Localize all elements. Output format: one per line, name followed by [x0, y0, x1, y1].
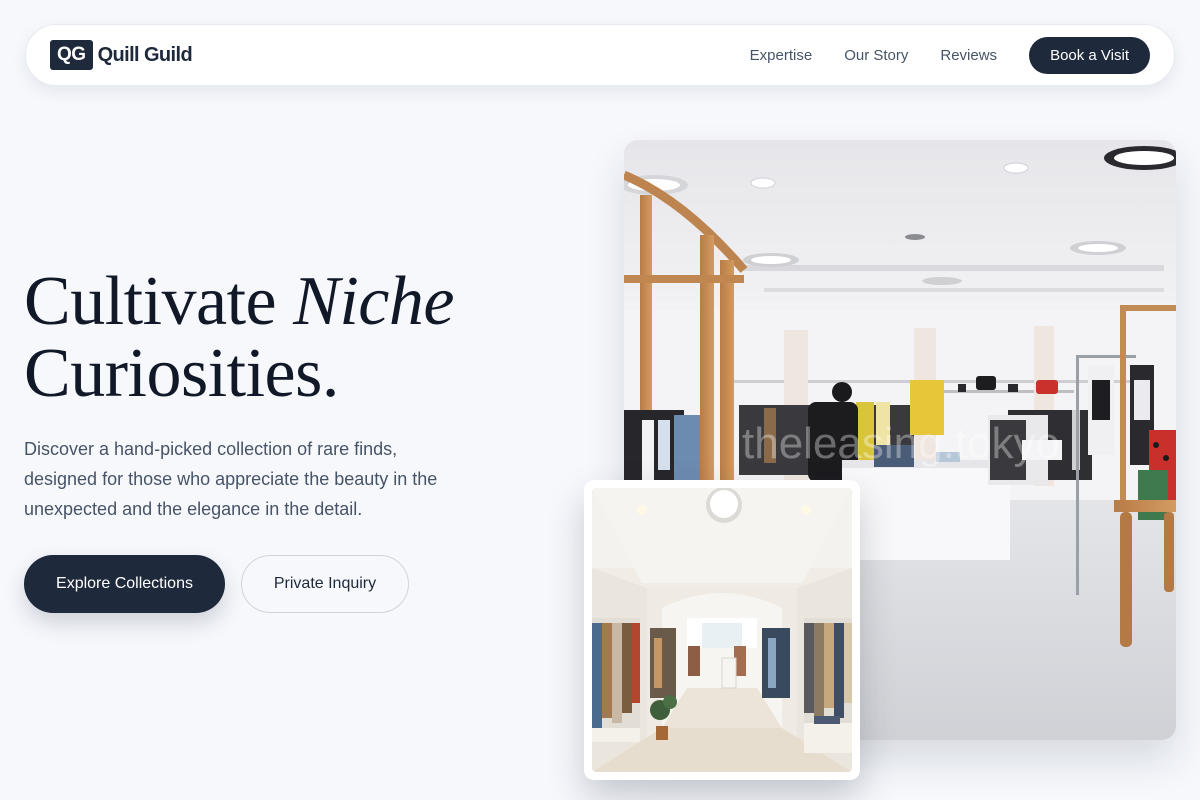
hero-title-part1: Cultivate: [24, 263, 294, 340]
inset-photo-frame: [584, 480, 860, 780]
shop-corridor-image: [592, 488, 852, 772]
private-inquiry-button[interactable]: Private Inquiry: [241, 555, 409, 613]
nav-link-our-story[interactable]: Our Story: [844, 47, 908, 64]
hero-title: Cultivate Niche Curiosities.: [24, 266, 454, 410]
brand-name: Quill Guild: [97, 43, 193, 66]
explore-collections-button[interactable]: Explore Collections: [24, 555, 225, 613]
svg-text:theleasing.tokyo: theleasing.tokyo: [742, 419, 1060, 468]
nav-link-reviews[interactable]: Reviews: [940, 47, 997, 64]
hero-title-part2: Curiosities.: [24, 335, 339, 412]
nav-links: Expertise Our Story Reviews Book a Visit: [750, 36, 1150, 74]
hero-description: Discover a hand-picked collection of rar…: [24, 439, 438, 519]
nav-link-expertise[interactable]: Expertise: [750, 47, 813, 64]
landing-page: QG Quill Guild Expertise Our Story Revie…: [0, 0, 1200, 800]
hero-title-emphasis: Niche: [293, 263, 454, 340]
brand-logo[interactable]: QG Quill Guild: [50, 40, 193, 70]
logo-mark: QG: [50, 40, 93, 70]
book-visit-button[interactable]: Book a Visit: [1029, 36, 1150, 74]
top-navbar: QG Quill Guild Expertise Our Story Revie…: [25, 24, 1175, 86]
